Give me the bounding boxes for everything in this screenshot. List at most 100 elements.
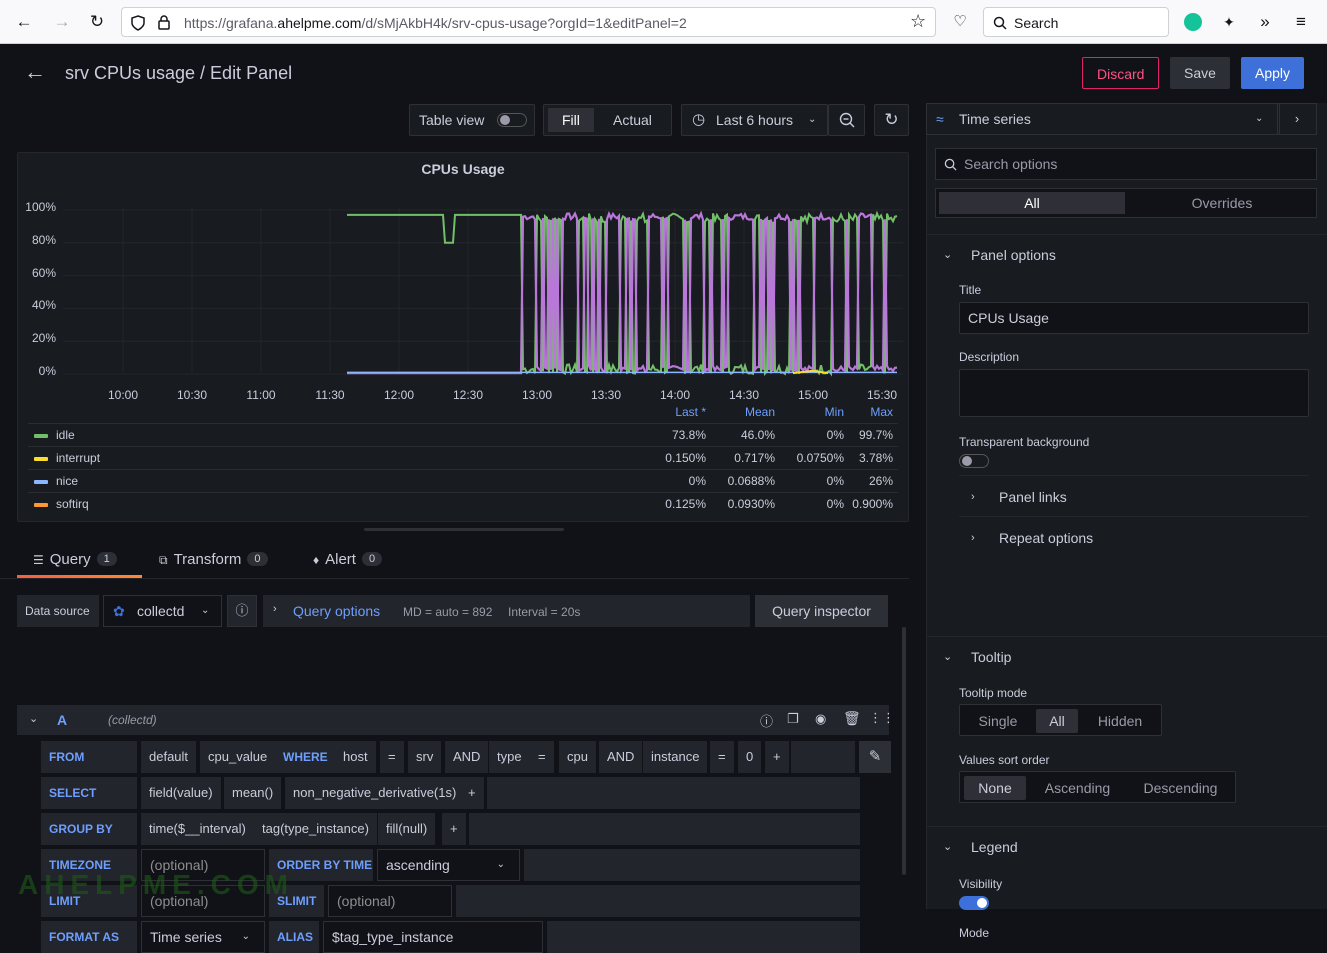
where-part[interactable]: srv <box>408 741 442 773</box>
transparent-toggle[interactable] <box>959 454 989 468</box>
tooltip-mode-all[interactable]: All <box>1036 709 1078 733</box>
datasource-picker[interactable]: ✿ collectd ⌄ <box>103 595 222 627</box>
refresh-icon[interactable]: ↻ <box>874 104 909 136</box>
chevron-right-icon[interactable]: › <box>971 532 975 544</box>
where-part[interactable]: 0 <box>738 741 762 773</box>
format-select[interactable]: Time series ⌄ <box>141 921 265 953</box>
duplicate-icon[interactable]: ❐ <box>787 711 799 727</box>
groupby-part[interactable]: fill(null) <box>378 813 436 845</box>
where-part[interactable]: host <box>335 741 376 773</box>
actual-button[interactable]: Actual <box>613 105 652 135</box>
chevron-down-icon[interactable]: ⌄ <box>943 248 952 261</box>
help-icon[interactable]: ⓘ <box>760 711 773 730</box>
where-part[interactable]: = <box>710 741 734 773</box>
alias-input[interactable]: $tag_type_instance <box>323 921 543 953</box>
discard-button[interactable]: Discard <box>1082 57 1160 89</box>
title-input[interactable]: CPUs Usage <box>959 302 1309 334</box>
sort-descending[interactable]: Descending <box>1129 776 1232 800</box>
legend-row[interactable]: nice 0% 0.0688% 0% 26% <box>28 469 898 492</box>
groupby-part[interactable]: + <box>442 813 466 845</box>
chevron-down-icon[interactable]: ⌄ <box>943 840 952 853</box>
overflow-icon[interactable]: » <box>1253 10 1277 34</box>
from-policy[interactable]: default <box>141 741 197 773</box>
query-row-header[interactable]: ⌄ A (collectd) ⓘ ❐ ◉ 🗑 ⋮⋮ <box>17 705 895 735</box>
table-view-switch[interactable] <box>497 113 527 127</box>
panel-links-header[interactable]: Panel links <box>999 489 1067 505</box>
query-options-row[interactable]: › Query options MD = auto = 892 Interval… <box>263 595 750 627</box>
series-swatch <box>34 480 48 484</box>
eye-icon[interactable]: ◉ <box>815 711 826 727</box>
repeat-options-header[interactable]: Repeat options <box>999 530 1093 546</box>
tab-all[interactable]: All <box>939 192 1125 214</box>
plot-area[interactable] <box>63 208 903 388</box>
x-tick-label: 14:30 <box>728 388 760 402</box>
forward-icon[interactable]: → <box>50 10 74 34</box>
where-part[interactable]: AND <box>445 741 489 773</box>
save-button[interactable]: Save <box>1170 57 1230 89</box>
orderby-fill <box>524 849 860 881</box>
legend-row[interactable]: softirq 0.125% 0.0930% 0% 0.900% <box>28 492 898 515</box>
description-textarea[interactable] <box>959 369 1309 417</box>
options-search[interactable]: Search options <box>935 148 1317 180</box>
collapse-pane-icon[interactable]: › <box>1277 103 1317 135</box>
apply-button[interactable]: Apply <box>1241 57 1305 89</box>
viz-picker[interactable]: ≈ Time series ⌄ <box>926 103 1280 135</box>
time-picker[interactable]: ◷ Last 6 hours ⌄ <box>681 104 828 136</box>
legend-header[interactable]: Legend <box>971 839 1018 855</box>
tab-overrides[interactable]: Overrides <box>1129 192 1315 214</box>
chevron-down-icon[interactable]: ⌄ <box>943 650 952 663</box>
select-part[interactable]: field(value) <box>141 777 221 809</box>
scrollbar[interactable] <box>902 627 906 875</box>
menu-icon[interactable]: ≡ <box>1289 10 1313 34</box>
browser-search[interactable]: Search <box>983 7 1169 37</box>
extension-icon[interactable]: ✦ <box>1217 10 1241 34</box>
back-icon[interactable]: ← <box>12 10 36 34</box>
groupby-part[interactable]: time($__interval) <box>141 813 254 845</box>
select-part[interactable]: + <box>460 777 484 809</box>
pencil-icon[interactable]: ✎ <box>859 741 891 773</box>
query-inspector-button[interactable]: Query inspector <box>755 595 888 627</box>
chevron-right-icon[interactable]: › <box>971 491 975 503</box>
resize-handle[interactable] <box>364 528 564 531</box>
groupby-part[interactable]: tag(type_instance) <box>254 813 377 845</box>
zoom-out-icon[interactable] <box>828 104 865 136</box>
reload-icon[interactable]: ↻ <box>85 10 109 34</box>
legend-header-3[interactable]: Max <box>823 405 893 419</box>
where-part[interactable]: type <box>489 741 530 773</box>
where-part[interactable]: cpu <box>559 741 596 773</box>
legend-row[interactable]: idle 73.8% 46.0% 0% 99.7% <box>28 423 898 446</box>
orderby-select[interactable]: ascending ⌄ <box>377 849 520 881</box>
legend-header-1[interactable]: Mean <box>705 405 775 419</box>
url-bar[interactable]: https://grafana.ahelpme.com/d/sMjAkbH4k/… <box>121 7 936 37</box>
tooltip-mode-hidden[interactable]: Hidden <box>1082 709 1158 733</box>
fill-button[interactable]: Fill <box>548 108 594 132</box>
panel-options-header[interactable]: Panel options <box>971 247 1056 263</box>
from-measurement[interactable]: cpu_value <box>200 741 276 773</box>
legend-header-0[interactable]: Last * <box>636 405 706 419</box>
select-part[interactable]: non_negative_derivative(1s) <box>285 777 465 809</box>
where-part[interactable]: AND <box>599 741 643 773</box>
where-part[interactable]: = <box>380 741 404 773</box>
back-arrow-icon[interactable]: ← <box>24 59 46 85</box>
pocket-icon[interactable]: ♡ <box>948 10 972 34</box>
help-icon[interactable]: ⓘ <box>227 595 257 627</box>
collapse-icon[interactable]: ⌄ <box>29 712 38 725</box>
star-icon[interactable]: ☆ <box>910 11 926 32</box>
sort-ascending[interactable]: Ascending <box>1030 776 1125 800</box>
where-part[interactable]: instance <box>643 741 708 773</box>
select-part[interactable]: mean() <box>224 777 282 809</box>
where-part[interactable]: = <box>530 741 554 773</box>
interval-text: Interval = 20s <box>508 605 581 619</box>
x-tick-label: 10:30 <box>176 388 208 402</box>
drag-handle-icon[interactable]: ⋮⋮ <box>869 710 895 726</box>
table-view-toggle[interactable]: Table view <box>409 104 535 136</box>
legend-row[interactable]: interrupt 0.150% 0.717% 0.0750% 3.78% <box>28 446 898 469</box>
where-part[interactable]: + <box>765 741 789 773</box>
tooltip-header[interactable]: Tooltip <box>971 649 1011 665</box>
visibility-toggle[interactable] <box>959 896 989 910</box>
tooltip-mode-single[interactable]: Single <box>964 709 1032 733</box>
trash-icon[interactable]: 🗑 <box>843 710 861 727</box>
sort-none[interactable]: None <box>964 776 1026 800</box>
grammarly-icon[interactable] <box>1184 13 1202 31</box>
slimit-input[interactable]: (optional) <box>328 885 452 917</box>
